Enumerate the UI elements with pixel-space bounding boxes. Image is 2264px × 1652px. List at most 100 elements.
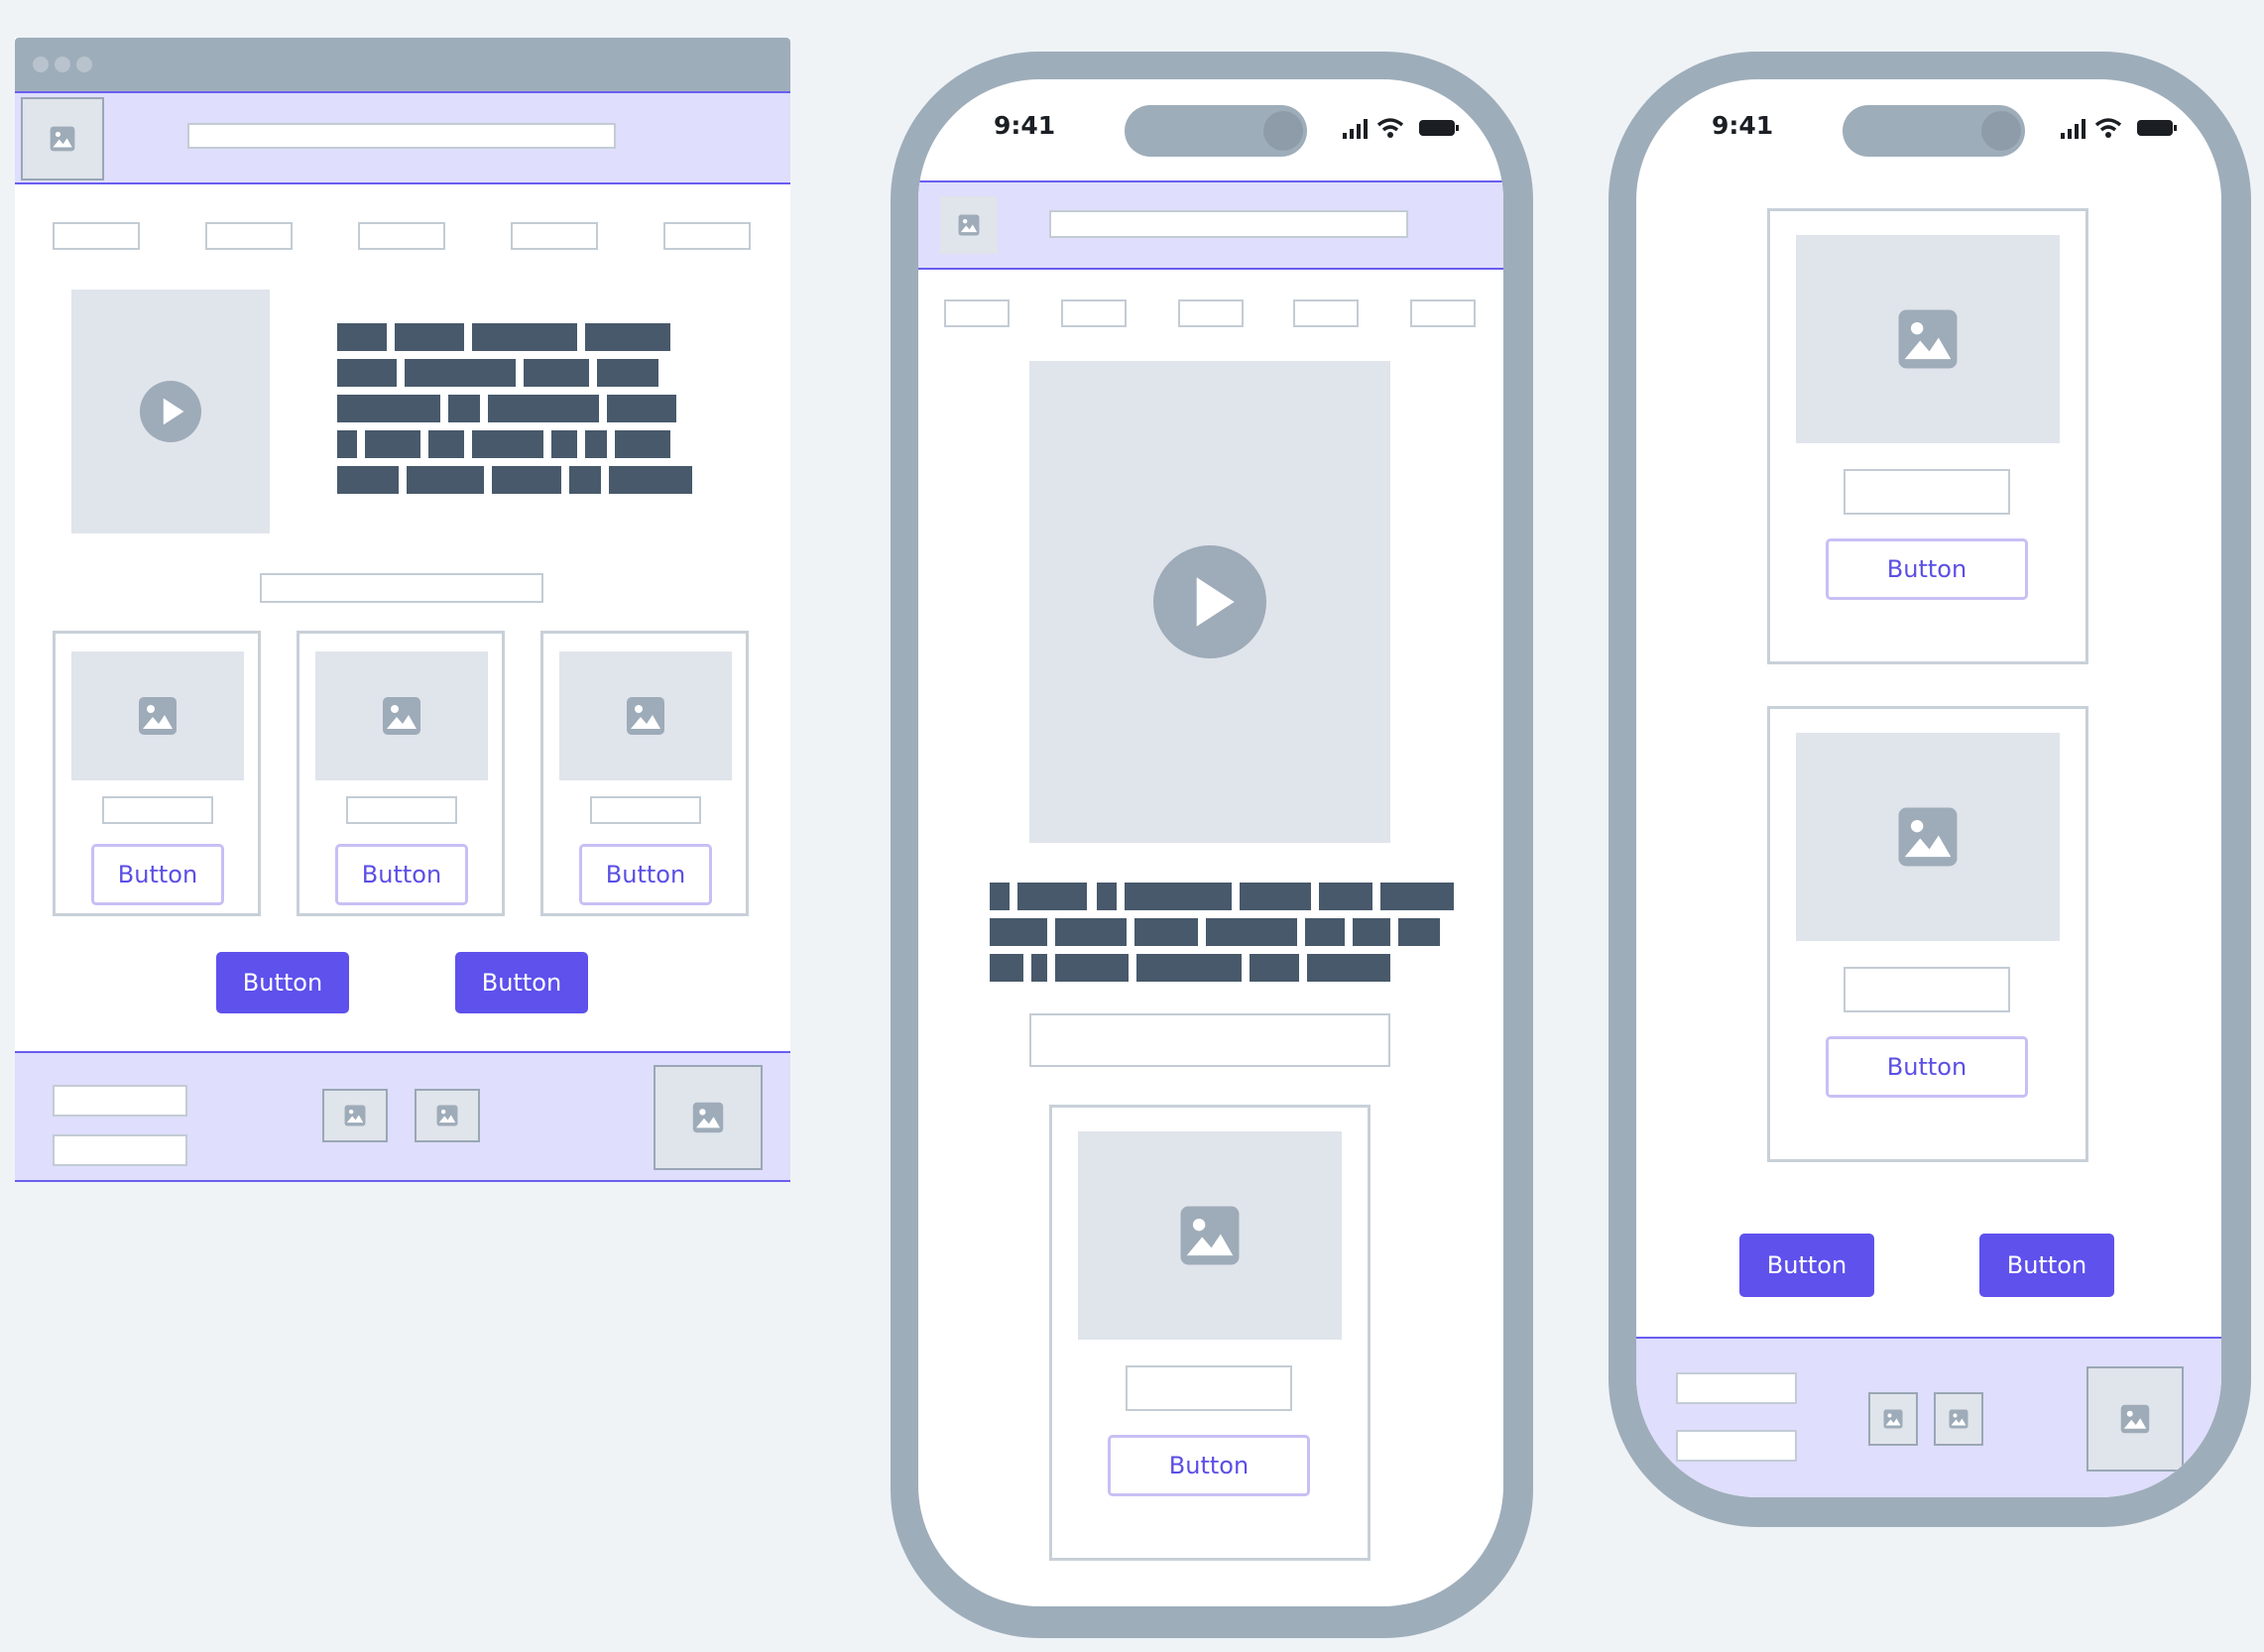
text-block-placeholder <box>990 883 1456 984</box>
text-line <box>1031 954 1047 982</box>
card-button[interactable]: Button <box>579 844 712 905</box>
nav-item[interactable] <box>663 222 751 250</box>
text-block-placeholder <box>337 323 714 498</box>
nav-item[interactable] <box>1293 299 1359 327</box>
text-line <box>615 430 670 458</box>
search-bar-placeholder[interactable] <box>1049 210 1408 238</box>
footer-link-placeholder[interactable] <box>1676 1372 1797 1404</box>
phone-frame: 9:41 Button Button Button Button <box>1609 52 2251 1527</box>
text-line <box>990 954 1023 982</box>
text-line <box>551 430 577 458</box>
card-button[interactable]: Button <box>1108 1435 1310 1496</box>
text-line <box>395 323 464 351</box>
nav-item[interactable] <box>944 299 1010 327</box>
nav-item[interactable] <box>1178 299 1244 327</box>
image-icon <box>1897 308 1959 370</box>
product-card: Button <box>53 631 261 916</box>
image-icon <box>1949 1409 1968 1429</box>
camera-dot <box>1981 111 2021 151</box>
text-line <box>407 466 484 494</box>
nav-item[interactable] <box>53 222 140 250</box>
text-line <box>337 430 357 458</box>
nav-item[interactable] <box>1410 299 1476 327</box>
card-title-placeholder <box>590 796 701 824</box>
primary-button[interactable]: Button <box>216 952 349 1013</box>
image-icon <box>626 696 665 736</box>
nav-item[interactable] <box>511 222 598 250</box>
video-placeholder[interactable] <box>1029 361 1390 843</box>
window-dot-icon <box>33 57 49 72</box>
text-line <box>990 883 1010 910</box>
image-icon <box>1179 1205 1241 1266</box>
social-icon-placeholder[interactable] <box>1934 1392 1983 1446</box>
battery-icon <box>1419 120 1459 136</box>
card-button[interactable]: Button <box>1826 538 2028 600</box>
text-line <box>609 466 692 494</box>
play-icon[interactable] <box>1153 545 1266 658</box>
image-icon <box>344 1105 366 1126</box>
nav-item[interactable] <box>205 222 293 250</box>
text-line <box>1055 954 1129 982</box>
social-icon-placeholder[interactable] <box>415 1089 480 1142</box>
image-icon <box>50 126 75 152</box>
secondary-button[interactable]: Button <box>455 952 588 1013</box>
text-line <box>1305 918 1345 946</box>
text-line <box>1307 954 1390 982</box>
nav-item[interactable] <box>358 222 445 250</box>
text-line <box>585 323 670 351</box>
text-line <box>337 466 399 494</box>
phone-screen: 9:41 Button Button Button Button <box>1636 79 2221 1497</box>
product-card: Button <box>540 631 749 916</box>
secondary-button[interactable]: Button <box>1979 1234 2114 1297</box>
primary-button[interactable]: Button <box>1739 1234 1874 1297</box>
social-icon-placeholder[interactable] <box>1868 1392 1918 1446</box>
battery-icon <box>2137 120 2177 136</box>
text-line <box>1353 918 1390 946</box>
footer-band <box>15 1051 790 1182</box>
card-image-placeholder <box>1078 1131 1342 1340</box>
card-image-placeholder <box>1796 733 2060 941</box>
card-image-placeholder <box>315 651 488 780</box>
text-line <box>1017 883 1087 910</box>
dynamic-island <box>1843 105 2025 157</box>
section-title-placeholder <box>260 573 543 603</box>
phone-screen: 9:41 Button <box>918 79 1503 1606</box>
logo-placeholder[interactable] <box>21 97 104 180</box>
text-line <box>1055 918 1127 946</box>
product-card: Button <box>1767 706 2088 1162</box>
phone-frame: 9:41 Button <box>891 52 1533 1638</box>
wifi-icon <box>1376 118 1404 138</box>
product-card: Button <box>1767 208 2088 664</box>
card-button[interactable]: Button <box>335 844 468 905</box>
text-line <box>472 430 543 458</box>
play-icon[interactable] <box>140 381 201 442</box>
card-title-placeholder <box>102 796 213 824</box>
card-image-placeholder <box>559 651 732 780</box>
footer-link-placeholder[interactable] <box>1676 1430 1797 1462</box>
card-image-placeholder <box>1796 235 2060 443</box>
text-line <box>990 918 1047 946</box>
image-icon <box>692 1102 724 1133</box>
signal-icon <box>2061 119 2085 139</box>
signal-icon <box>1343 119 1368 139</box>
card-button[interactable]: Button <box>91 844 224 905</box>
text-line <box>405 359 516 387</box>
card-image-placeholder <box>71 651 244 780</box>
wifi-icon <box>2094 118 2122 138</box>
product-card: Button <box>297 631 505 916</box>
card-button[interactable]: Button <box>1826 1036 2028 1098</box>
card-title-placeholder <box>1844 469 2010 515</box>
desktop-wireframe: Button Button Button Button Button <box>15 38 790 1182</box>
footer-link-placeholder[interactable] <box>53 1085 187 1117</box>
footer-link-placeholder[interactable] <box>53 1134 187 1166</box>
text-line <box>1380 883 1454 910</box>
social-icon-placeholder[interactable] <box>322 1089 388 1142</box>
nav-item[interactable] <box>1061 299 1127 327</box>
text-line <box>607 395 676 422</box>
text-line <box>1398 918 1440 946</box>
footer-logo-placeholder <box>654 1065 763 1170</box>
logo-placeholder[interactable] <box>940 196 998 254</box>
search-bar-placeholder[interactable] <box>187 123 616 149</box>
video-placeholder[interactable] <box>71 290 270 533</box>
text-line <box>597 359 658 387</box>
